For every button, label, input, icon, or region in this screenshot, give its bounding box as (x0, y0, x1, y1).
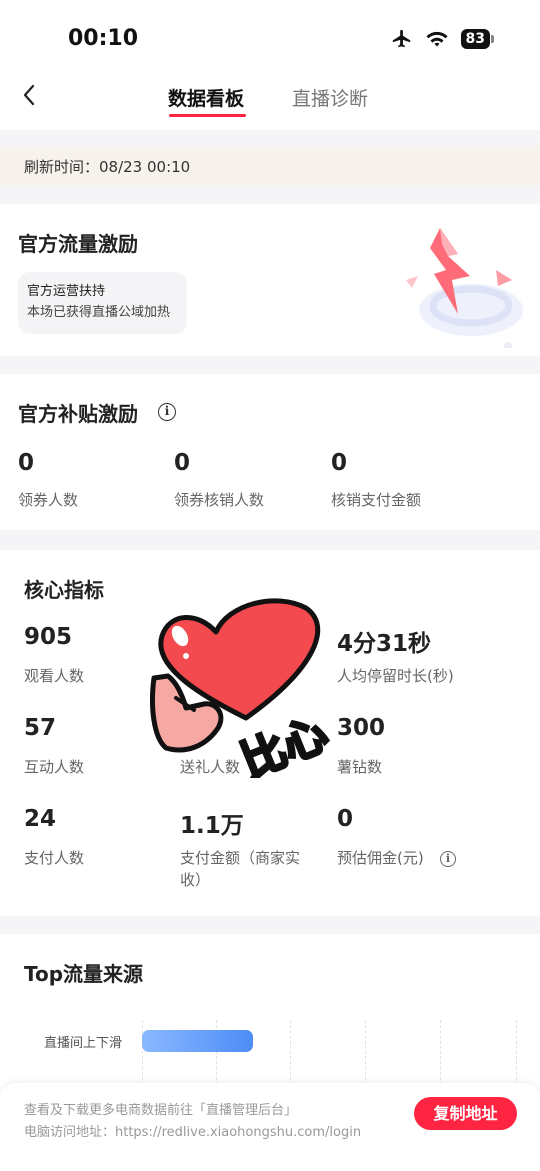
top-traffic-title: Top流量来源 (24, 962, 144, 986)
coupon-receivers-label: 领券人数 (18, 491, 79, 509)
avg-stay-label: 人均停留时长(秒) (337, 667, 454, 685)
copy-address-button[interactable]: 复制地址 (414, 1097, 517, 1130)
bottom-bar: 查看及下载更多电商数据前往「直播管理后台」 电脑访问地址：https://red… (0, 1083, 540, 1171)
grid-line (290, 1020, 291, 1090)
viewers-value: 905 (24, 624, 73, 650)
support-desc: 本场已获得直播公域加热 (27, 305, 171, 320)
coupon-receivers-value: 0 (18, 450, 35, 476)
refresh-time: 刷新时间：08/23 00:10 (24, 158, 191, 176)
chevron-left-icon (23, 84, 35, 106)
wifi-icon (426, 31, 448, 47)
commission-label: 预估佣金(元) (337, 849, 424, 867)
status-bar: 00:10 83 (0, 0, 540, 80)
viewers-label: 观看人数 (24, 667, 85, 685)
battery-icon: 83 (460, 29, 494, 49)
refresh-bar: 刷新时间：08/23 00:10 (0, 146, 540, 186)
bottom-hint: 查看及下载更多电商数据前往「直播管理后台」 (24, 1103, 298, 1118)
avg-stay-value: 4分31秒 (337, 631, 432, 657)
official-traffic-title: 官方流量激励 (18, 232, 138, 256)
redeem-amount-value: 0 (331, 450, 348, 476)
status-icons: 83 (391, 28, 494, 50)
nav-bar: 数据看板 直播诊断 (0, 80, 540, 130)
info-icon[interactable]: i (158, 403, 176, 421)
grid-line (365, 1020, 366, 1090)
payers-value: 24 (24, 806, 57, 832)
tab-data-board[interactable]: 数据看板 (168, 84, 244, 111)
payment-amount-value: 1.1万 (180, 813, 244, 839)
bottom-url: 电脑访问地址：https://redlive.xiaohongshu.com/l… (24, 1125, 362, 1140)
payers-label: 支付人数 (24, 849, 85, 867)
core-metrics-title: 核心指标 (24, 578, 104, 602)
interactors-value: 57 (24, 715, 57, 741)
battery-level: 83 (460, 29, 490, 49)
traffic-source-bar (142, 1030, 253, 1052)
back-button[interactable] (14, 80, 44, 110)
grid-line (516, 1020, 517, 1090)
commission-value: 0 (337, 806, 354, 832)
grid-line (142, 1020, 143, 1090)
commission-info-icon[interactable]: i (440, 851, 456, 867)
coupon-redeemers-label: 领券核销人数 (174, 491, 265, 509)
official-traffic-card: 官方流量激励 官方运营扶持 本场已获得直播公域加热 (0, 204, 540, 356)
payment-amount-label: 支付金额（商家实收） (180, 849, 301, 889)
airplane-icon (392, 29, 410, 48)
grid-line (440, 1020, 441, 1090)
interactors-label: 互动人数 (24, 758, 85, 776)
support-title: 官方运营扶持 (27, 284, 106, 299)
lightning-boost-icon (406, 228, 523, 348)
tab-live-diagnosis[interactable]: 直播诊断 (292, 84, 368, 111)
official-subsidy-card: 官方补贴激励 i 0 领券人数 0 领券核销人数 0 核销支付金额 (0, 374, 540, 530)
status-time: 00:10 (68, 26, 139, 51)
sticker-text: 比心 (234, 708, 335, 778)
operation-support-box: 官方运营扶持 本场已获得直播公域加热 (18, 272, 187, 334)
active-tab-indicator (169, 114, 246, 117)
coupon-redeemers-value: 0 (174, 450, 191, 476)
traffic-source-label: 直播间上下滑 (44, 1036, 123, 1051)
heart-hand-sticker: 比心 (150, 598, 337, 778)
redeem-amount-label: 核销支付金额 (331, 491, 422, 509)
subsidy-title: 官方补贴激励 (18, 402, 138, 426)
